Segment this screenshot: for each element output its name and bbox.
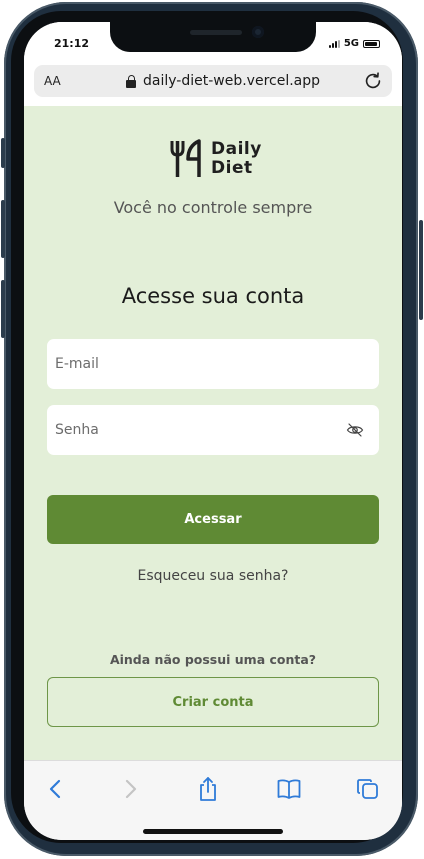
text-size-button[interactable]: AA <box>44 74 61 88</box>
phone-side-button <box>1 200 5 258</box>
logo-line-2: Diet <box>211 158 253 178</box>
front-camera <box>252 26 264 38</box>
tagline: Você no controle sempre <box>113 198 313 217</box>
back-icon[interactable] <box>42 775 70 803</box>
password-field[interactable] <box>47 405 379 455</box>
network-type: 5G <box>343 38 359 49</box>
login-button[interactable]: Acessar <box>47 495 379 544</box>
email-field[interactable] <box>47 339 379 389</box>
login-page: Daily Diet Você no controle sempre Acess… <box>24 106 402 760</box>
share-icon[interactable] <box>194 775 222 803</box>
screen: 21:12 5G AA daily-diet-web.vercel.app Da… <box>24 22 402 840</box>
logo-line-1: Daily <box>211 139 262 159</box>
eye-off-icon[interactable] <box>345 421 365 439</box>
bookmarks-icon[interactable] <box>275 775 303 803</box>
app-logo: Daily Diet <box>169 139 262 179</box>
forgot-password-link[interactable]: Esqueceu sua senha? <box>24 568 402 584</box>
url-text: daily-diet-web.vercel.app <box>143 73 321 89</box>
notch <box>110 22 316 52</box>
status-time: 21:12 <box>54 37 90 50</box>
page-title: Acesse sua conta <box>121 284 305 308</box>
phone-side-button <box>1 138 5 168</box>
no-account-text: Ainda não possui uma conta? <box>109 652 317 667</box>
address-bar[interactable]: AA daily-diet-web.vercel.app <box>34 65 392 97</box>
email-input[interactable] <box>47 339 379 389</box>
status-bar: 21:12 5G <box>24 22 402 64</box>
lock-icon <box>126 74 137 88</box>
tabs-icon[interactable] <box>354 775 382 803</box>
url-display[interactable]: daily-diet-web.vercel.app <box>126 73 320 89</box>
phone-side-button <box>419 220 423 320</box>
home-indicator[interactable] <box>143 829 283 834</box>
phone-side-button <box>1 280 5 338</box>
create-account-button[interactable]: Criar conta <box>47 677 379 727</box>
battery-icon <box>363 39 380 48</box>
browser-toolbar <box>24 760 402 840</box>
status-indicators: 5G <box>328 38 380 49</box>
forward-icon <box>125 779 137 799</box>
logo-wordmark: Daily Diet <box>211 140 262 178</box>
password-input[interactable] <box>47 405 379 455</box>
speaker <box>190 30 242 35</box>
signal-icon <box>328 39 340 48</box>
fork-knife-icon <box>170 139 201 177</box>
reload-icon[interactable] <box>362 70 384 92</box>
